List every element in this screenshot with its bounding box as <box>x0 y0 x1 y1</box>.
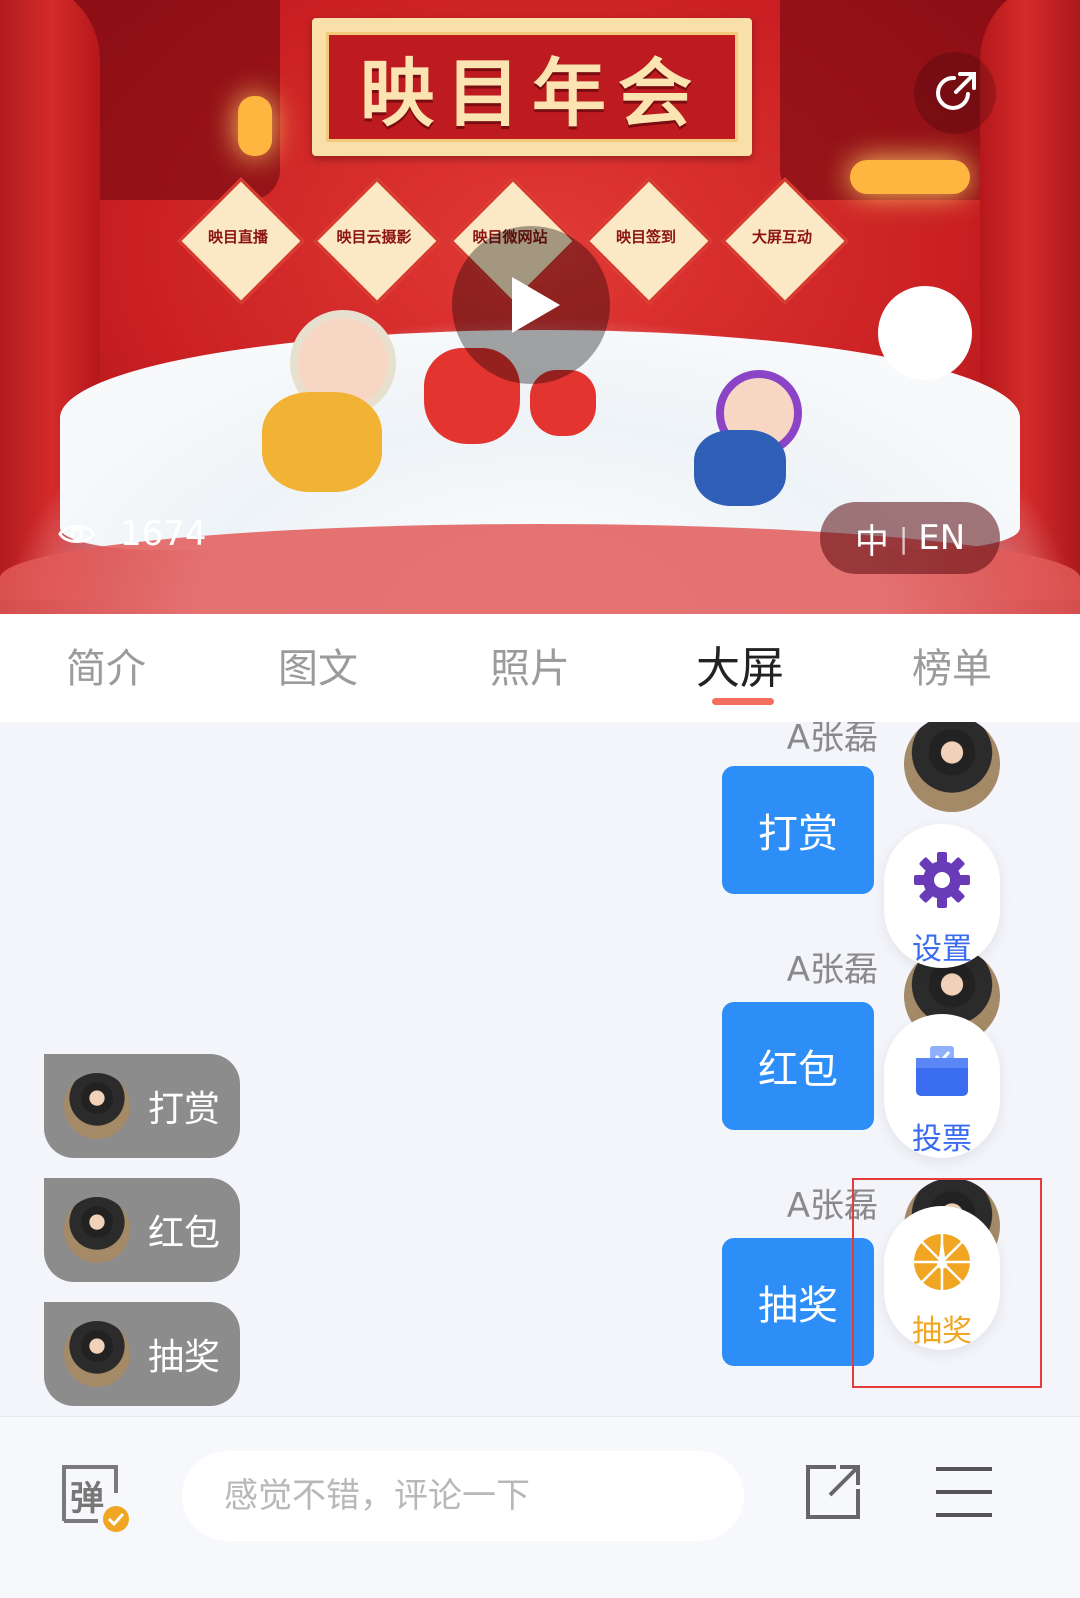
event-title: 映目年会 <box>360 50 704 137</box>
view-count: 1674 <box>58 514 207 554</box>
gear-icon <box>914 852 970 908</box>
active-tab-indicator <box>712 698 774 705</box>
vote-box-icon <box>916 1046 968 1096</box>
danmu-toggle[interactable]: 弹 <box>58 1459 129 1532</box>
user-avatar <box>64 1197 130 1263</box>
bottom-bar: 弹 <box>0 1416 1080 1598</box>
floating-notice: 抽奖 <box>44 1302 240 1406</box>
user-avatar[interactable] <box>904 722 1000 812</box>
floating-notice-text: 红包 <box>148 1213 221 1254</box>
tab-ranking[interactable]: 榜单 <box>912 636 992 694</box>
lang-en[interactable]: EN <box>918 518 965 558</box>
settings-label: 设置 <box>912 932 972 967</box>
lang-zh[interactable]: 中 <box>855 514 889 563</box>
lantern-string-icon <box>850 160 970 194</box>
play-icon <box>512 277 560 333</box>
sender-name: A张磊 <box>786 722 878 758</box>
kid-left-body <box>262 392 382 492</box>
event-title-plate: 映目年会 <box>312 18 752 156</box>
tab-big-screen[interactable]: 大屏 <box>696 632 784 696</box>
eye-icon <box>58 525 96 543</box>
user-avatar <box>64 1073 130 1139</box>
danmu-glyph: 弹 <box>70 1479 104 1519</box>
diamond-label: 映目直播 <box>207 228 268 246</box>
message-bubble[interactable]: 红包 <box>722 1002 874 1130</box>
menu-button[interactable] <box>932 1459 998 1525</box>
floating-notice-text: 打赏 <box>148 1089 221 1130</box>
floating-notice-text: 抽奖 <box>148 1337 221 1378</box>
external-link-icon <box>806 1465 860 1519</box>
settings-button[interactable]: 设置 <box>884 824 1000 968</box>
view-count-value: 1674 <box>120 514 207 554</box>
snowman-icon <box>878 286 972 380</box>
message-bubble[interactable]: 打赏 <box>722 766 874 894</box>
lang-separator: | <box>898 521 909 555</box>
highlight-box <box>852 1178 1042 1388</box>
share-button[interactable] <box>914 52 996 134</box>
vote-button[interactable]: 投票 <box>884 1014 1000 1158</box>
tab-photos[interactable]: 照片 <box>490 636 570 694</box>
floating-notice: 打赏 <box>44 1054 240 1158</box>
sender-name: A张磊 <box>786 950 878 990</box>
language-switch[interactable]: 中 | EN <box>820 502 1000 574</box>
tab-bar: 简介 图文 照片 大屏 榜单 <box>0 614 1080 722</box>
tab-intro[interactable]: 简介 <box>66 636 146 694</box>
vote-label: 投票 <box>912 1122 972 1157</box>
user-avatar <box>64 1321 130 1387</box>
diamond-label: 映目签到 <box>615 228 676 246</box>
floating-notice: 红包 <box>44 1178 240 1282</box>
diamond-label: 映目云摄影 <box>336 228 412 246</box>
play-button[interactable] <box>452 226 610 384</box>
event-banner: 映目年会 映目直播 映目云摄影 映目微网站 映目签到 大屏互动 1674 中 |… <box>0 0 1080 614</box>
lantern-icon <box>238 96 272 156</box>
tab-articles[interactable]: 图文 <box>278 636 358 694</box>
share-icon <box>936 72 976 110</box>
hamburger-menu-icon <box>936 1467 992 1517</box>
kid-right-body <box>694 430 786 506</box>
diamond-label: 大屏互动 <box>751 228 812 246</box>
share-link-button[interactable] <box>800 1459 866 1525</box>
comment-input[interactable] <box>182 1451 744 1541</box>
